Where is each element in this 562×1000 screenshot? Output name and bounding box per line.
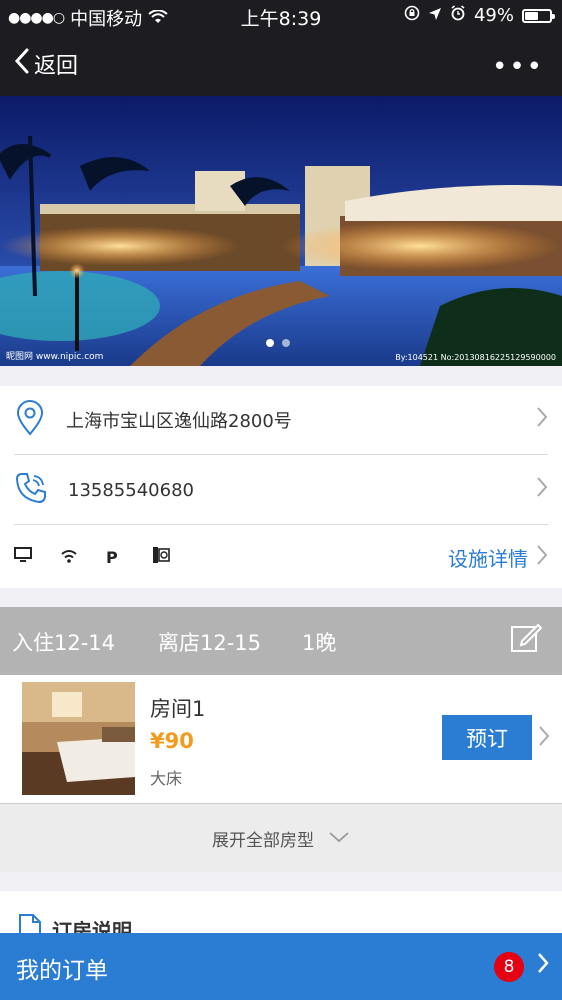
phone-icon	[14, 471, 48, 509]
status-bar: ●●●●○ 中国移动 上午8:39 49%	[0, 0, 562, 32]
chevron-down-icon	[328, 828, 350, 848]
expand-label: 展开全部房型	[212, 830, 314, 851]
nights-count: 1晚	[302, 631, 337, 655]
restaurant-icon	[152, 546, 198, 568]
parking-icon: P	[106, 547, 118, 567]
battery-icon	[522, 8, 555, 23]
pager-dot-active[interactable]	[266, 339, 274, 347]
more-options-button[interactable]: •••	[492, 52, 544, 82]
battery-fill	[525, 11, 538, 20]
pager-dot[interactable]	[282, 339, 290, 347]
divider	[14, 454, 548, 455]
edit-dates-icon[interactable]	[510, 621, 543, 653]
my-orders-label: 我的订单	[16, 958, 108, 984]
rotation-lock-icon	[404, 5, 420, 26]
chevron-left-icon	[14, 48, 30, 80]
chevron-right-icon	[536, 406, 548, 434]
book-button[interactable]: 预订	[442, 715, 532, 760]
checkout-date: 离店12-15	[158, 631, 262, 655]
back-button[interactable]: 返回	[14, 48, 78, 80]
bed-type: 大床	[150, 769, 183, 788]
facility-details-link[interactable]: 设施详情	[448, 543, 548, 572]
chevron-right-icon	[536, 951, 550, 981]
my-orders-bar[interactable]: 我的订单 8	[0, 933, 562, 1000]
order-count-badge: 8	[494, 952, 524, 982]
alarm-icon	[450, 5, 466, 26]
wifi-icon	[60, 548, 106, 567]
watermark-right: By:104521 No:20130816225129590000	[395, 353, 556, 362]
address-text: 上海市宝山区逸仙路2800号	[66, 411, 292, 432]
facilities-row[interactable]: P 设施详情	[14, 526, 548, 588]
room-list-item[interactable]: 房间1 ¥90 大床 预订	[0, 675, 562, 803]
chevron-right-icon	[538, 725, 550, 753]
expand-room-types-button[interactable]: 展开全部房型	[0, 803, 562, 872]
phone-row[interactable]: 13585540680	[14, 456, 548, 524]
hotel-photo-carousel[interactable]: 昵图网 www.nipic.com By:104521 No:201308162…	[0, 96, 562, 366]
hotel-info-card: 上海市宝山区逸仙路2800号 13585540680 P 设施详情	[0, 386, 562, 588]
carousel-pager[interactable]	[266, 339, 290, 347]
hotel-pool-photo	[0, 96, 562, 366]
address-row[interactable]: 上海市宝山区逸仙路2800号	[14, 386, 548, 454]
chevron-right-icon	[536, 476, 548, 504]
battery-percent: 49%	[473, 5, 514, 26]
computer-icon	[14, 547, 60, 567]
location-arrow-icon	[428, 5, 442, 26]
checkin-date: 入住12-14	[12, 631, 116, 655]
stay-dates-bar[interactable]: 入住12-14 离店12-15 1晚	[0, 607, 562, 675]
chevron-right-icon	[536, 544, 548, 571]
location-pin-icon	[14, 400, 46, 440]
facility-details-label: 设施详情	[448, 546, 528, 571]
back-label: 返回	[34, 54, 79, 79]
phone-number: 13585540680	[68, 479, 194, 501]
room-price: ¥90	[150, 729, 194, 753]
divider	[14, 524, 548, 525]
room-name: 房间1	[150, 697, 206, 721]
room-photo	[22, 682, 135, 795]
navigation-bar: 返回 •••	[0, 32, 562, 96]
watermark-left: 昵图网 www.nipic.com	[6, 352, 104, 362]
